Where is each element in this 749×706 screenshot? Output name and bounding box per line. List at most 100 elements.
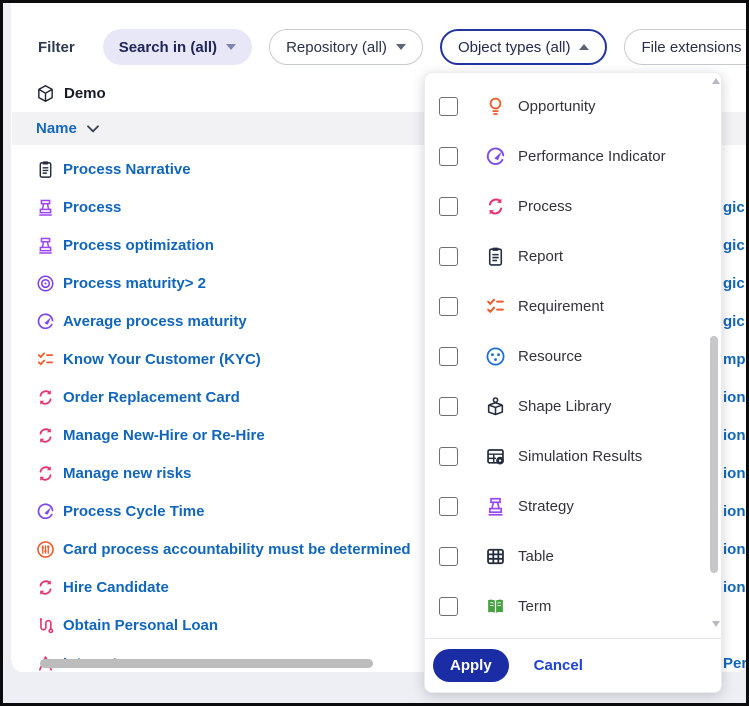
list-item-label[interactable]: Process optimization [63, 237, 214, 254]
list-item-label[interactable]: Process maturity> 2 [63, 275, 206, 292]
process-loop-icon [36, 578, 55, 597]
list-item-know-your-customer-kyc[interactable]: Know Your Customer (KYC) [36, 340, 261, 378]
checkbox[interactable] [439, 497, 458, 516]
list-item-label[interactable]: Process Cycle Time [63, 503, 204, 520]
checkbox[interactable] [439, 197, 458, 216]
list-item-manage-new-risks[interactable]: Manage new risks [36, 454, 191, 492]
list-item-label[interactable]: Order Replacement Card [63, 389, 240, 406]
object-type-option-resource[interactable]: Resource [439, 331, 697, 381]
checkbox[interactable] [439, 347, 458, 366]
list-item-label[interactable]: Card process accountability must be dete… [63, 541, 411, 558]
strategy-icon [36, 198, 55, 217]
object-types-dropdown: Apply Cancel Opportunity Performance Indi… [424, 72, 722, 693]
list-item-process[interactable]: Process [36, 188, 121, 226]
list-item-manage-new-hire-or-re-hire[interactable]: Manage New-Hire or Re-Hire [36, 416, 265, 454]
gauge-icon [36, 502, 55, 521]
option-label: Simulation Results [518, 448, 642, 465]
bullseye-icon [36, 274, 55, 293]
process-loop-icon [485, 196, 506, 217]
term-icon [485, 596, 506, 617]
list-item-label[interactable]: Hire Candidate [63, 579, 169, 596]
checkbox[interactable] [439, 297, 458, 316]
process-loop-icon [36, 388, 55, 407]
checkbox[interactable] [439, 397, 458, 416]
object-type-option-report[interactable]: Report [439, 231, 697, 281]
group-title: Demo [64, 85, 106, 102]
scroll-up-arrow-icon[interactable] [712, 78, 720, 84]
truncated-cell-text: gic P [723, 302, 746, 340]
list-item-label[interactable]: Process Narrative [63, 161, 191, 178]
horizontal-scrollbar[interactable] [40, 659, 373, 668]
lightbulb-icon [485, 96, 506, 117]
chevron-down-icon [396, 44, 406, 50]
truncated-cell-text: ion. [723, 530, 746, 568]
filter-pill-search-in-all[interactable]: Search in (all) [103, 29, 252, 65]
truncated-cell-text: ion. [723, 378, 746, 416]
list-item-card-process-accountability-must-be-determined[interactable]: Card process accountability must be dete… [36, 530, 411, 568]
checkbox[interactable] [439, 597, 458, 616]
truncated-cell-text: Pers [723, 644, 746, 672]
truncated-cell-text: gic P [723, 226, 746, 264]
pill-label: Repository (all) [286, 39, 387, 56]
option-label: Report [518, 248, 563, 265]
cancel-button[interactable]: Cancel [534, 657, 583, 674]
object-type-option-requirement[interactable]: Requirement [439, 281, 697, 331]
truncated-cell-text: ion. [723, 492, 746, 530]
gauge-icon [485, 146, 506, 167]
object-type-option-table[interactable]: Table [439, 531, 697, 581]
object-type-option-simulation-results[interactable]: Simulation Results [439, 431, 697, 481]
truncated-cell-text: gic P [723, 188, 746, 226]
option-label: Requirement [518, 298, 604, 315]
option-label: Opportunity [518, 98, 596, 115]
option-label: Term [518, 598, 551, 615]
list-item-label[interactable]: Obtain Personal Loan [63, 617, 218, 634]
list-item-process-optimization[interactable]: Process optimization [36, 226, 214, 264]
checkbox[interactable] [439, 97, 458, 116]
cube-icon [36, 84, 55, 103]
list-item-average-process-maturity[interactable]: Average process maturity [36, 302, 247, 340]
chevron-up-icon [579, 44, 589, 50]
list-item-label[interactable]: Manage New-Hire or Re-Hire [63, 427, 265, 444]
object-type-option-performance-indicator[interactable]: Performance Indicator [439, 131, 697, 181]
list-item-process-maturity-2[interactable]: Process maturity> 2 [36, 264, 206, 302]
journey-icon [36, 616, 55, 635]
list-item-process-narrative[interactable]: Process Narrative [36, 150, 191, 188]
filter-bar: Filter Search in (all)Repository (all)Ob… [38, 29, 749, 65]
process-loop-icon [36, 464, 55, 483]
checkbox[interactable] [439, 147, 458, 166]
object-type-option-term[interactable]: Term [439, 581, 697, 631]
object-type-option-shape-library[interactable]: Shape Library [439, 381, 697, 431]
controls-icon [36, 540, 55, 559]
checklist-icon [485, 296, 506, 317]
list-item-process-cycle-time[interactable]: Process Cycle Time [36, 492, 204, 530]
option-label: Table [518, 548, 554, 565]
object-type-option-strategy[interactable]: Strategy [439, 481, 697, 531]
object-type-option-opportunity[interactable]: Opportunity [439, 81, 697, 131]
checkbox[interactable] [439, 247, 458, 266]
chevron-down-icon [87, 125, 99, 133]
left-gutter [3, 3, 11, 703]
truncated-cell-text: ion. [723, 568, 746, 606]
checkbox[interactable] [439, 447, 458, 466]
apply-button[interactable]: Apply [433, 649, 509, 682]
list-item-label[interactable]: Process [63, 199, 121, 216]
resource-icon [485, 346, 506, 367]
scroll-down-arrow-icon[interactable] [712, 621, 720, 627]
dropdown-footer: Apply Cancel [425, 638, 721, 692]
search-results-screen: Filter Search in (all)Repository (all)Ob… [0, 0, 749, 706]
list-item-hire-candidate[interactable]: Hire Candidate [36, 568, 169, 606]
list-item-order-replacement-card[interactable]: Order Replacement Card [36, 378, 240, 416]
checkbox[interactable] [439, 547, 458, 566]
clipboard-icon [36, 160, 55, 179]
clipboard-icon [485, 246, 506, 267]
object-type-option-process[interactable]: Process [439, 181, 697, 231]
list-item-obtain-personal-loan[interactable]: Obtain Personal Loan [36, 606, 218, 644]
filter-pill-repository-all[interactable]: Repository (all) [269, 29, 423, 65]
filter-pill-file-extensions-all[interactable]: File extensions (all) [624, 29, 749, 65]
filter-pill-object-types-all[interactable]: Object types (all) [440, 29, 608, 65]
truncated-cell-text: ion. [723, 454, 746, 492]
list-item-label[interactable]: Manage new risks [63, 465, 191, 482]
list-item-label[interactable]: Average process maturity [63, 313, 247, 330]
vertical-scrollbar[interactable] [710, 336, 718, 573]
list-item-label[interactable]: Know Your Customer (KYC) [63, 351, 261, 368]
